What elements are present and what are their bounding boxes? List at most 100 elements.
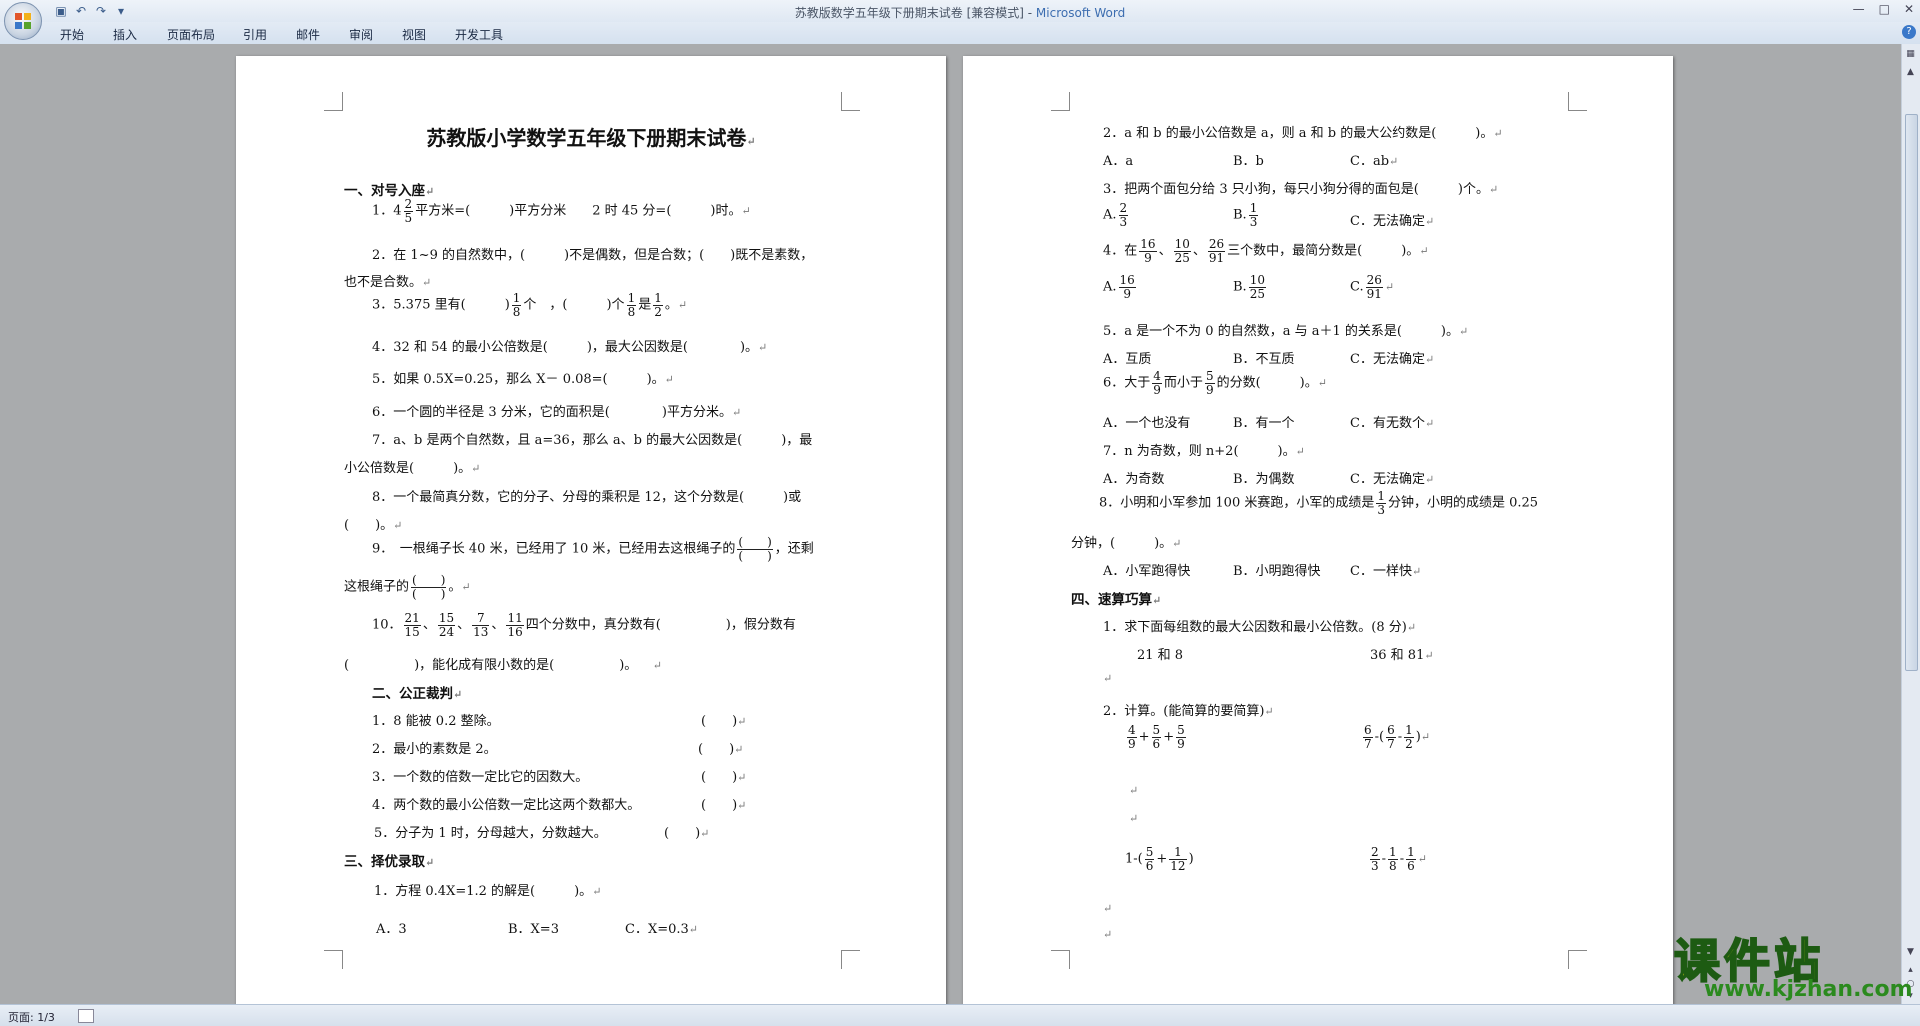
fraction: 26 91 xyxy=(1365,273,1383,301)
scroll-up-icon[interactable]: ▲ xyxy=(1904,66,1917,79)
question-8: 8．一个最简真分数，它的分子、分母的乘积是 12，这个分数是( )或 xyxy=(372,490,802,505)
choice-1: 1．方程 0.4X=1.2 的解是( )。↵ xyxy=(374,884,602,899)
choice-5: 5．a 是一个不为 0 的自然数，a 与 a＋1 的关系是( )。↵ xyxy=(1103,324,1469,339)
question-6: 6．一个圆的半径是 3 分米，它的面积是( )平方分米。↵ xyxy=(372,405,742,420)
ruler-toggle-icon[interactable]: ▦ xyxy=(1904,48,1917,61)
paragraph-mark: ↵ xyxy=(1103,928,1113,941)
question-2: 2．在 1~9 的自然数中，( )不是偶数，但是合数；( )既不是素数， xyxy=(372,248,814,263)
choice-8-option-a: A．小军跑得快 xyxy=(1103,564,1191,579)
fraction: 12 xyxy=(653,291,663,319)
scroll-thumb[interactable] xyxy=(1905,114,1918,671)
title-bar: ▣ ↶ ↷ ▾ 苏教版数学五年级下册期末试卷 [兼容模式] - Microsof… xyxy=(0,0,1920,22)
judge-5-blank: ( )↵ xyxy=(664,826,710,841)
choice-6-option-b: B．有一个 xyxy=(1233,416,1295,431)
choice-3-option-a: A. 2 3 xyxy=(1103,201,1129,229)
calc-1-pair-b: 36 和 81↵ xyxy=(1370,648,1434,663)
choice-6-option-c: C．有无数个↵ xyxy=(1350,416,1435,431)
judge-1-blank: ( )↵ xyxy=(701,714,747,729)
choice-8-cont: 分钟，( )。↵ xyxy=(1071,536,1182,551)
fraction: ( )( ) xyxy=(737,535,773,563)
tab-insert[interactable]: 插入 xyxy=(113,26,137,43)
section-heading: 一、对号入座↵ xyxy=(344,183,435,199)
tab-references[interactable]: 引用 xyxy=(243,26,267,43)
paragraph-mark: ↵ xyxy=(1103,902,1113,915)
tab-developer[interactable]: 开发工具 xyxy=(455,26,503,43)
crop-mark xyxy=(324,950,343,969)
fraction: 18 xyxy=(1388,845,1398,873)
choice-4-option-c: C. 26 91 ↵ xyxy=(1350,273,1395,301)
expression-2: 6 7 -(6 7-1 2)↵ xyxy=(1363,723,1431,751)
tab-mailings[interactable]: 邮件 xyxy=(296,26,320,43)
fraction: 10 25 xyxy=(1173,237,1191,265)
paragraph-mark: ↵ xyxy=(1129,812,1139,825)
judge-3: 3．一个数的倍数一定比它的因数大。 xyxy=(372,770,589,785)
tab-review[interactable]: 审阅 xyxy=(349,26,373,43)
fraction: 18 xyxy=(511,291,522,319)
tab-view[interactable]: 视图 xyxy=(402,26,426,43)
fraction: 26 91 xyxy=(1207,237,1226,265)
crop-mark xyxy=(841,950,860,969)
choice-3-option-b: B. 1 3 xyxy=(1233,201,1259,229)
choice-5-option-a: A．互质 xyxy=(1103,352,1152,367)
tab-home[interactable]: 开始 xyxy=(60,26,84,43)
ribbon-tabs: 开始 插入 页面布局 引用 邮件 审阅 视图 开发工具 ? xyxy=(0,22,1920,45)
fraction: ( )( ) xyxy=(411,573,447,601)
fraction: 25 xyxy=(403,197,414,225)
question-2-cont: 也不是合数。↵ xyxy=(344,275,432,290)
office-button[interactable] xyxy=(4,2,42,40)
crop-mark xyxy=(324,92,343,111)
judge-5: 5．分子为 1 时，分母越大，分数越大。 xyxy=(374,826,607,841)
judge-2: 2．最小的素数是 2。 xyxy=(372,742,497,757)
choice-1-option-b: B．X=3 xyxy=(508,922,559,937)
expression-3: 1-(5 6 +1 12) xyxy=(1125,845,1194,873)
judge-2-blank: ( )↵ xyxy=(698,742,744,757)
minimize-icon[interactable]: — xyxy=(1853,2,1865,16)
fraction: 16 9 xyxy=(1118,273,1136,301)
section-heading: 三、择优录取↵ xyxy=(344,854,435,870)
fraction: 67 xyxy=(1363,723,1373,751)
page-title: 苏教版小学数学五年级下册期末试卷↵ xyxy=(426,126,756,150)
fraction: 49 xyxy=(1127,723,1137,751)
choice-7-option-a: A．为奇数 xyxy=(1103,472,1165,487)
calc-2: 2．计算。(能简算的要简算)↵ xyxy=(1103,704,1274,719)
choice-7-option-b: B．为偶数 xyxy=(1233,472,1295,487)
choice-5-option-c: C．无法确定↵ xyxy=(1350,352,1435,367)
fraction: 16 9 xyxy=(1139,237,1157,265)
judge-4-blank: ( )↵ xyxy=(701,798,747,813)
fraction: 56 xyxy=(1151,723,1162,751)
section-heading: 二、公正裁判↵ xyxy=(372,686,463,702)
page-1[interactable]: 苏教版小学数学五年级下册期末试卷↵ 一、对号入座↵ 1．4 2 5 平方米=( )平方… xyxy=(236,56,946,1004)
close-icon[interactable]: ✕ xyxy=(1904,2,1914,16)
choice-7-option-c: C．无法确定↵ xyxy=(1350,472,1435,487)
crop-mark xyxy=(1568,950,1587,969)
tab-page-layout[interactable]: 页面布局 xyxy=(167,26,215,43)
paragraph-mark: ↵ xyxy=(1103,672,1113,685)
maximize-icon[interactable]: □ xyxy=(1879,2,1890,16)
help-icon[interactable]: ? xyxy=(1902,25,1916,39)
judge-3-blank: ( )↵ xyxy=(701,770,747,785)
proofing-icon[interactable] xyxy=(78,1009,94,1023)
choice-1-option-a: A．3 xyxy=(376,922,407,937)
page-count[interactable]: 页面: 1/3 xyxy=(8,1009,55,1025)
choice-4-option-a: A. 16 9 xyxy=(1103,273,1136,301)
document-workspace[interactable]: 苏教版小学数学五年级下册期末试卷↵ 一、对号入座↵ 1．4 2 5 平方米=( )平方… xyxy=(0,44,1902,1004)
office-logo-icon xyxy=(15,13,31,29)
fraction: 49 xyxy=(1152,369,1162,397)
calc-1: 1．求下面每组数的最大公因数和最小公倍数。(8 分)↵ xyxy=(1103,620,1417,635)
question-10: 10． 21 15、 15 24、 7 13、 11 16 四个分数中，真分数有( )，假分数有 xyxy=(372,611,796,639)
fraction: 23 xyxy=(1118,201,1129,229)
page-2[interactable]: 2．a 和 b 的最小公倍数是 a，则 a 和 b 的最大公约数是( )。↵ A… xyxy=(963,56,1673,1004)
choice-6: 6．大于 4 9 而小于 5 9 的分数( )。↵ xyxy=(1103,369,1327,397)
fraction: 67 xyxy=(1386,723,1396,751)
crop-mark xyxy=(1568,92,1587,111)
crop-mark xyxy=(1051,950,1070,969)
choice-2: 2．a 和 b 的最小公倍数是 a，则 a 和 b 的最大公约数是( )。↵ xyxy=(1103,126,1503,141)
watermark-logo: 课件站 www.kjzhan.com xyxy=(1673,933,1913,1002)
fraction: 16 xyxy=(1406,845,1416,873)
choice-2-option-c: C．ab↵ xyxy=(1350,154,1399,169)
vertical-scrollbar[interactable]: ▦ ▲ ▼ ▴ ○ ▾ xyxy=(1901,44,1920,1004)
status-bar: 页面: 1/3 xyxy=(0,1004,1920,1026)
fraction: 59 xyxy=(1204,369,1215,397)
section-heading: 四、速算巧算↵ xyxy=(1071,592,1162,608)
choice-7: 7．n 为奇数，则 n+2( )。↵ xyxy=(1103,444,1305,459)
